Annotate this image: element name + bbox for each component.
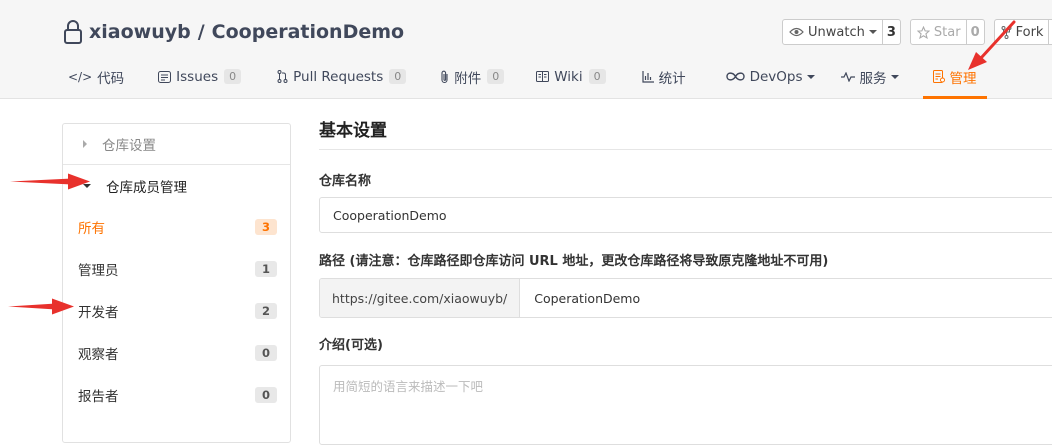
- repo-path-label: 路径 (请注意：仓库路径即仓库访问 URL 地址，更改仓库路径将导致原克隆地址不…: [319, 254, 829, 269]
- unwatch-label: Unwatch: [808, 24, 865, 40]
- repo-path-input[interactable]: CoperationDemo: [520, 279, 640, 317]
- pull-request-icon: [277, 70, 288, 83]
- tab-badge: 0: [389, 69, 407, 84]
- repo-title: xiaowuyb / CooperationDemo: [63, 18, 404, 46]
- star-icon: [916, 25, 930, 39]
- tab-label: Wiki: [554, 68, 583, 85]
- sidebar-item-count: 3: [254, 219, 277, 235]
- repo-tabs: </> 代码 Issues 0 Pull Requests 0 附件 0 Wik…: [58, 56, 987, 99]
- sidebar-item-label: 所有: [78, 221, 105, 237]
- repo-name-link[interactable]: CooperationDemo: [212, 21, 404, 43]
- sidebar-item-developers[interactable]: 开发者 2: [63, 290, 290, 332]
- attachment-icon: [441, 70, 448, 83]
- sidebar-item-count: 0: [254, 345, 277, 361]
- sidebar-item-label: 管理员: [78, 263, 119, 279]
- sidebar-section-repo-settings[interactable]: 仓库设置: [63, 124, 290, 165]
- fork-icon: [1001, 25, 1012, 39]
- sidebar-section-label: 仓库成员管理: [106, 179, 187, 196]
- eye-icon: [789, 27, 804, 37]
- tab-stats[interactable]: 统计: [632, 56, 696, 97]
- repo-actions: Unwatch 3 Star 0 Fork: [782, 19, 1052, 45]
- sidebar-section-label: 仓库设置: [102, 138, 156, 154]
- tab-code[interactable]: </> 代码: [58, 56, 134, 97]
- repo-separator: /: [197, 21, 205, 43]
- tab-label: DevOps: [749, 68, 803, 85]
- stats-icon: [642, 70, 654, 83]
- chevron-down-icon: [868, 30, 877, 34]
- tab-badge: 0: [588, 69, 606, 84]
- star-button[interactable]: Star: [911, 20, 967, 44]
- caret-down-icon: [83, 183, 91, 188]
- tab-badge: 0: [224, 69, 242, 84]
- tab-label: 附件: [454, 70, 482, 87]
- fork-label: Fork: [1015, 24, 1044, 40]
- sidebar-item-count: 2: [254, 303, 277, 319]
- tab-wiki[interactable]: Wiki 0: [526, 56, 615, 97]
- unwatch-button[interactable]: Unwatch: [783, 20, 883, 44]
- watch-count[interactable]: 3: [883, 20, 900, 44]
- sidebar-item-observers[interactable]: 观察者 0: [63, 332, 290, 374]
- repo-description-textarea[interactable]: 用简短的语言来描述一下吧: [319, 365, 1052, 445]
- fork-button-group: Fork 0: [993, 19, 1052, 45]
- tab-label: 代码: [97, 70, 125, 87]
- repo-owner-link[interactable]: xiaowuyb: [89, 21, 191, 43]
- sidebar-item-reporters[interactable]: 报告者 0: [63, 374, 290, 416]
- sidebar-item-label: 开发者: [78, 305, 119, 321]
- code-icon: </>: [68, 69, 93, 84]
- page-title: 基本设置: [319, 120, 1052, 150]
- star-count[interactable]: 0: [967, 20, 984, 44]
- tab-label: 管理: [949, 70, 977, 87]
- tab-badge: 0: [487, 69, 505, 84]
- tab-label: 服务: [859, 70, 887, 87]
- sidebar-section-members[interactable]: 仓库成员管理: [63, 165, 290, 206]
- tab-label: Pull Requests: [293, 68, 384, 85]
- sidebar-item-count: 1: [254, 261, 277, 277]
- wiki-icon: [536, 71, 550, 82]
- tab-services[interactable]: 服务: [831, 56, 909, 97]
- tab-issues[interactable]: Issues 0: [148, 56, 251, 97]
- repo-name-input[interactable]: CooperationDemo: [319, 197, 1052, 233]
- caret-right-icon: [83, 140, 87, 148]
- repo-description-label: 介绍(可选): [319, 338, 383, 353]
- chevron-down-icon: [890, 74, 899, 79]
- tab-devops[interactable]: DevOps: [716, 56, 825, 97]
- service-icon: [840, 71, 855, 82]
- tab-label: 统计: [658, 70, 686, 87]
- repo-name-label: 仓库名称: [319, 174, 372, 189]
- star-button-group: Star 0: [909, 19, 985, 45]
- sidebar-item-all[interactable]: 所有 3: [63, 206, 290, 248]
- repo-path-prefix: https://gitee.com/xiaowuyb/: [320, 279, 521, 317]
- repo-header: xiaowuyb / CooperationDemo Unwatch 3 Sta…: [0, 0, 1052, 99]
- devops-icon: [725, 72, 745, 81]
- sidebar-item-label: 报告者: [78, 389, 119, 405]
- sidebar-item-label: 观察者: [78, 347, 119, 363]
- repo-path-field: https://gitee.com/xiaowuyb/ CoperationDe…: [319, 278, 1052, 318]
- tab-manage[interactable]: 管理: [922, 56, 987, 99]
- chevron-down-icon: [806, 74, 815, 79]
- issues-icon: [158, 70, 172, 83]
- star-label: Star: [933, 24, 961, 40]
- settings-form: 基本设置 仓库名称 CooperationDemo 路径 (请注意：仓库路径即仓…: [319, 120, 1052, 445]
- fork-button[interactable]: Fork: [995, 20, 1050, 44]
- sidebar-item-count: 0: [254, 387, 277, 403]
- watch-button-group: Unwatch 3: [782, 19, 901, 45]
- sidebar-item-admins[interactable]: 管理员 1: [63, 248, 290, 290]
- lock-icon: [64, 20, 82, 44]
- settings-sidebar: 仓库设置 仓库成员管理 所有 3 管理员 1 开发者 2 观察者 0 报告者 0: [62, 123, 291, 443]
- tab-label: Issues: [176, 68, 219, 85]
- tab-attachments[interactable]: 附件 0: [430, 56, 514, 97]
- manage-icon: [932, 70, 945, 83]
- tab-pull-requests[interactable]: Pull Requests 0: [267, 56, 416, 97]
